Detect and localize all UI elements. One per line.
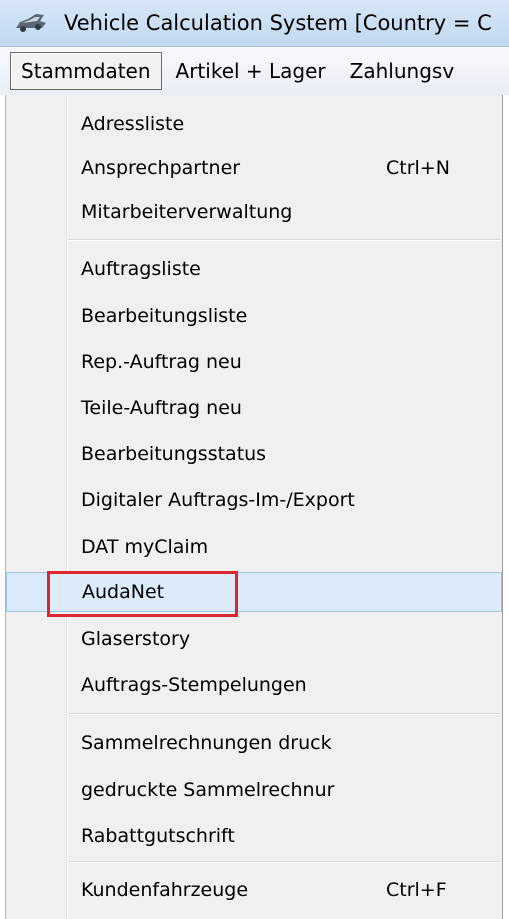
window-title: Vehicle Calculation System [Country = C xyxy=(64,11,492,35)
menu-item-shortcut: Ctrl+F xyxy=(386,879,447,901)
menu-zahlungsverkehr[interactable]: Zahlungsv xyxy=(340,53,465,89)
menu-item-audanet[interactable]: AudaNet xyxy=(6,572,502,612)
menu-item-ansprechpartner[interactable]: Ansprechpartner Ctrl+N xyxy=(6,148,502,188)
menu-bar: Stammdaten Artikel + Lager Zahlungsv xyxy=(0,47,509,95)
menu-item-label: Auftragsliste xyxy=(81,258,201,280)
stammdaten-dropdown-menu: Adressliste Ansprechpartner Ctrl+N Mitar… xyxy=(5,95,503,919)
menu-item-label: AudaNet xyxy=(82,581,165,603)
menu-item-rep-auftrag-neu[interactable]: Rep.-Auftrag neu xyxy=(6,342,502,382)
menu-item-label: Sammelrechnungen druck xyxy=(81,732,332,754)
menu-item-label: Adressliste xyxy=(81,113,185,135)
menu-item-shortcut: Ctrl+N xyxy=(386,157,450,179)
menu-item-label: Rep.-Auftrag neu xyxy=(81,351,242,373)
menu-item-label: gedruckte Sammelrechnur xyxy=(81,779,335,801)
menu-item-rabattgutschrift[interactable]: Rabattgutschrift xyxy=(6,816,502,856)
menu-separator xyxy=(68,713,500,715)
menu-item-sammelrechnungen-druck[interactable]: Sammelrechnungen druck xyxy=(6,723,502,763)
menu-item-label: Glaserstory xyxy=(81,628,191,650)
menu-separator xyxy=(68,861,500,863)
title-bar: Vehicle Calculation System [Country = C xyxy=(0,0,509,47)
menu-item-label: Mitarbeiterverwaltung xyxy=(81,201,293,223)
menu-item-kundenfahrzeuge[interactable]: Kundenfahrzeuge Ctrl+F xyxy=(6,870,502,910)
menu-item-auftrags-stempelungen[interactable]: Auftrags-Stempelungen xyxy=(6,665,502,705)
menu-stammdaten[interactable]: Stammdaten xyxy=(10,52,162,90)
menu-item-adressliste[interactable]: Adressliste xyxy=(6,104,502,144)
menu-artikel-lager[interactable]: Artikel + Lager xyxy=(166,53,336,89)
menu-item-label: Teile-Auftrag neu xyxy=(81,397,242,419)
menu-item-dat-myclaim[interactable]: DAT myClaim xyxy=(6,527,502,567)
menu-item-auftragsliste[interactable]: Auftragsliste xyxy=(6,249,502,289)
menu-item-glaserstory[interactable]: Glaserstory xyxy=(6,619,502,659)
menu-item-label: Rabattgutschrift xyxy=(81,825,235,847)
menu-item-label: DAT myClaim xyxy=(81,536,209,558)
car-icon xyxy=(14,12,48,34)
menu-item-bearbeitungsliste[interactable]: Bearbeitungsliste xyxy=(6,296,502,336)
menu-item-mitarbeiterverwaltung[interactable]: Mitarbeiterverwaltung xyxy=(6,192,502,232)
menu-item-digitaler-auftrags-export[interactable]: Digitaler Auftrags-Im-/Export xyxy=(6,480,502,520)
menu-item-label: Ansprechpartner xyxy=(81,157,241,179)
menu-item-teile-auftrag-neu[interactable]: Teile-Auftrag neu xyxy=(6,388,502,428)
menu-item-label: Bearbeitungsstatus xyxy=(81,443,267,465)
menu-item-label: Digitaler Auftrags-Im-/Export xyxy=(81,489,355,511)
menu-item-bearbeitungsstatus[interactable]: Bearbeitungsstatus xyxy=(6,434,502,474)
menu-item-label: Kundenfahrzeuge xyxy=(81,879,249,901)
menu-separator xyxy=(68,239,500,241)
menu-item-gedruckte-sammelrechnungen[interactable]: gedruckte Sammelrechnur xyxy=(6,770,502,810)
menu-item-label: Auftrags-Stempelungen xyxy=(81,674,307,696)
menu-item-label: Bearbeitungsliste xyxy=(81,305,248,327)
